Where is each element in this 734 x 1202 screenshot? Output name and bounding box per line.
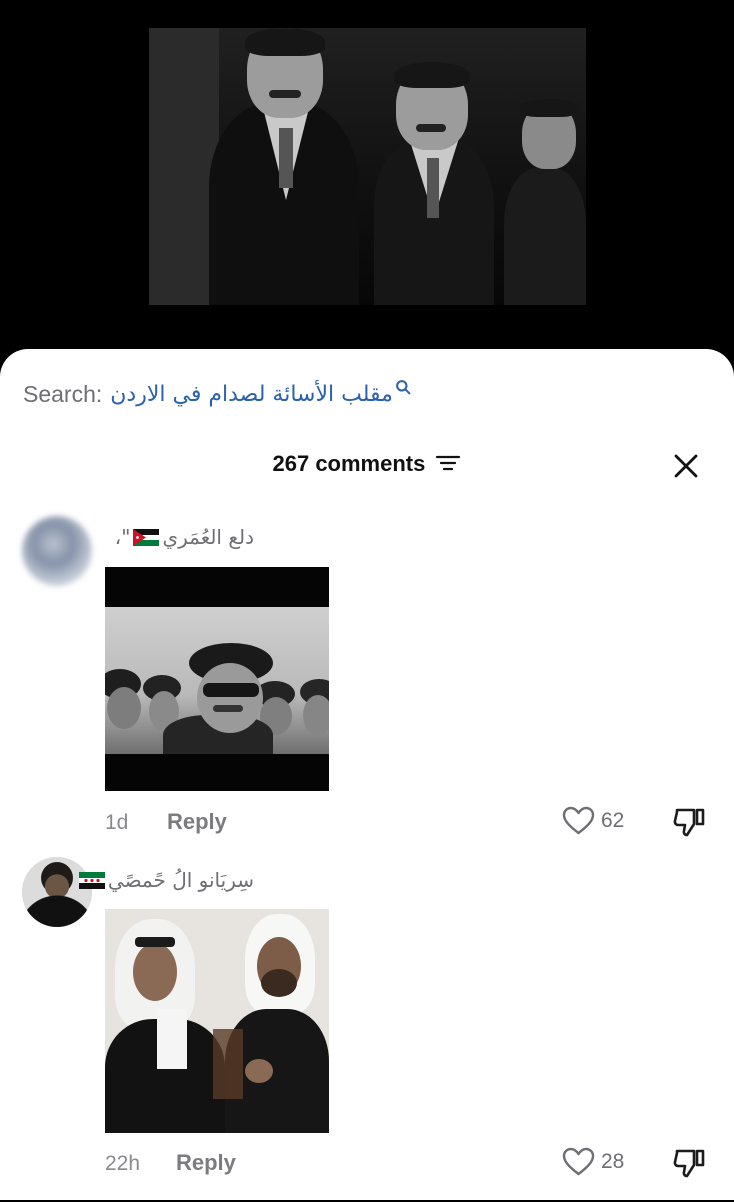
comment-timestamp: 1d (105, 811, 129, 834)
reply-button[interactable]: Reply (167, 809, 227, 835)
heart-icon (562, 1147, 595, 1176)
filter-icon[interactable] (435, 454, 461, 472)
comment-username[interactable]: سِريَانو الُ حًمصًي (76, 863, 254, 897)
video-person (504, 93, 586, 305)
heart-icon (562, 806, 595, 835)
video-person (209, 28, 359, 305)
search-label: Search: (23, 380, 103, 407)
close-icon[interactable] (672, 452, 700, 480)
dislike-icon[interactable] (672, 806, 706, 838)
comments-sheet: Search: مقلب الأسائة لصدام في الاردن 267… (0, 349, 734, 1200)
search-suggestion[interactable]: Search: مقلب الأسائة لصدام في الاردن (23, 377, 412, 411)
comment-actions: 1d Reply 62 (0, 806, 734, 840)
video-person (374, 48, 494, 305)
jordan-flag-icon (133, 528, 160, 546)
search-query[interactable]: مقلب الأسائة لصدام في الاردن (110, 382, 393, 407)
comment-gif-thumbnail[interactable] (105, 567, 329, 791)
comment-item: دلع العُمَري "، 1d Reply 62 (0, 516, 734, 846)
like-button[interactable]: 62 (562, 806, 624, 836)
search-icon (396, 379, 411, 394)
avatar[interactable] (22, 516, 92, 586)
video-player[interactable] (149, 28, 586, 305)
comment-count-label: 267 comments (272, 451, 426, 476)
like-button[interactable]: 28 (562, 1147, 624, 1177)
dislike-icon[interactable] (672, 1147, 706, 1179)
like-count: 62 (601, 809, 625, 832)
comment-actions: 22h Reply 28 (0, 1147, 734, 1181)
reply-button[interactable]: Reply (176, 1150, 236, 1176)
username-suffix: "، (114, 525, 131, 549)
username-text: دلع العُمَري (162, 525, 254, 549)
syria-flag-icon (78, 871, 105, 889)
comment-username[interactable]: دلع العُمَري "، (115, 520, 254, 554)
comments-header: 267 comments (0, 447, 734, 487)
comment-item: سِريَانو الُ حًمصًي 22h Reply 28 (0, 857, 734, 1202)
username-text: سِريَانو الُ حًمصًي (107, 868, 254, 892)
comment-count[interactable]: 267 comments (0, 451, 734, 477)
like-count: 28 (601, 1150, 625, 1173)
comment-image-thumbnail[interactable] (105, 909, 329, 1133)
comment-timestamp: 22h (105, 1152, 141, 1175)
